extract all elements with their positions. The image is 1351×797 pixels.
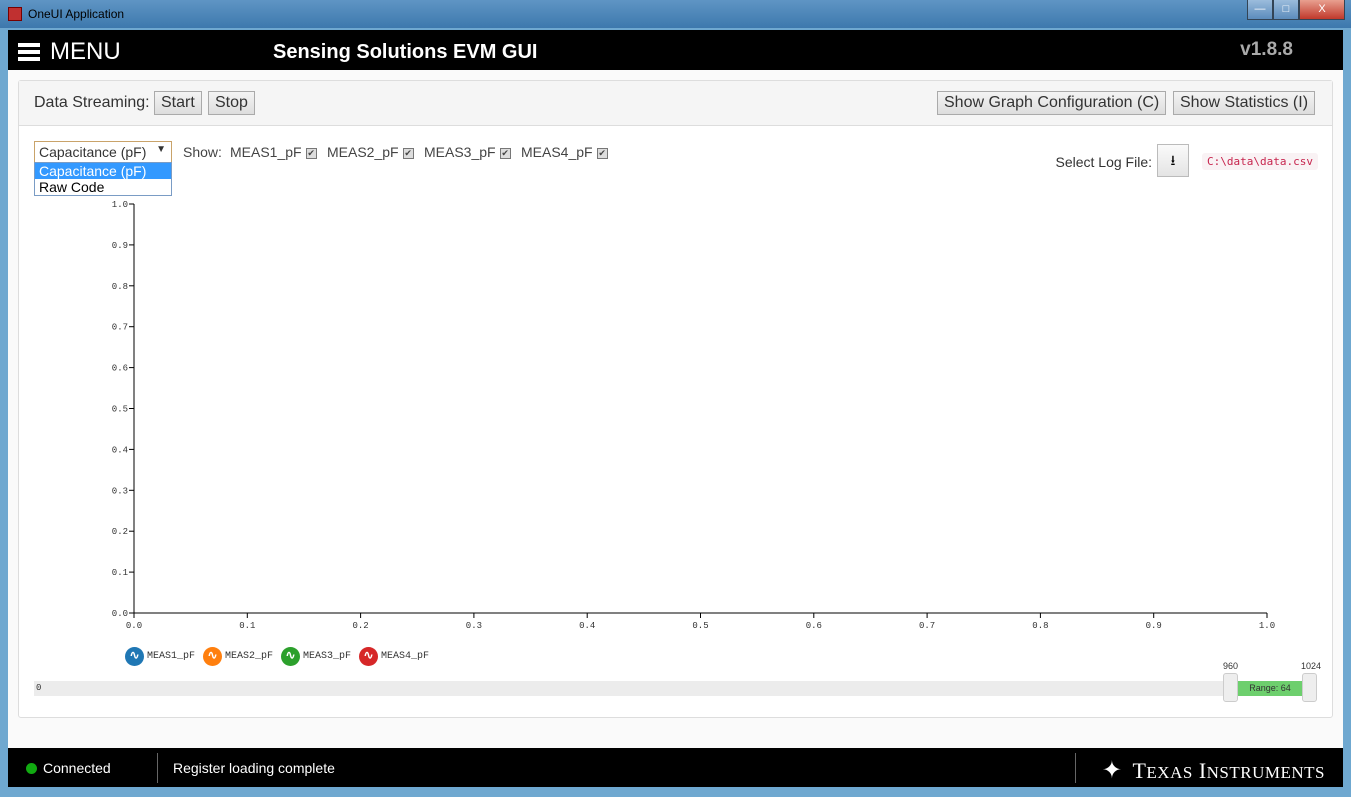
status-bar: Connected Register loading complete ✦ TEX… <box>8 748 1343 787</box>
x-tick-label: 0.3 <box>466 621 482 631</box>
connection-status: Connected <box>43 760 111 776</box>
x-tick-label: 1.0 <box>1259 621 1275 631</box>
chart: 0.0 0.1 0.2 0.3 0.4 0.5 0.6 0.7 0.8 0.9 1.0 0.0 0.1 0… <box>112 200 1275 631</box>
x-tick-label: 0.9 <box>1146 621 1162 631</box>
window-titlebar: OneUI Application — □ X <box>0 0 1351 28</box>
legend-label: MEAS4_pF <box>381 651 430 662</box>
app-title: Sensing Solutions EVM GUI <box>273 41 538 63</box>
wave-icon: ∿ <box>203 647 223 666</box>
divider <box>1075 753 1076 783</box>
legend-item-meas3[interactable]: ∿ MEAS3_pF <box>281 647 351 666</box>
x-tick-label: 0.5 <box>692 621 708 631</box>
y-tick-label: 0.8 <box>112 282 128 292</box>
menu-button[interactable]: MENU <box>18 38 121 66</box>
range-selection[interactable]: Range: 64 <box>1237 681 1303 696</box>
y-tick-label: 0.3 <box>112 486 128 496</box>
range-low-handle[interactable] <box>1223 673 1238 702</box>
x-tick-label: 0.2 <box>352 621 368 631</box>
minimize-button[interactable]: — <box>1247 0 1273 20</box>
window-title: OneUI Application <box>28 7 125 21</box>
menu-label: MENU <box>50 38 121 65</box>
range-low-label: 960 <box>1223 661 1239 671</box>
slider-min-label: 0 <box>36 683 42 693</box>
range-slider-track[interactable] <box>34 681 1317 696</box>
x-tick-label: 0.4 <box>579 621 595 631</box>
y-tick-label: 0.1 <box>112 568 128 578</box>
y-tick-label: 0.7 <box>112 323 128 333</box>
wave-icon: ∿ <box>125 647 144 666</box>
y-tick-label: 0.9 <box>112 241 128 251</box>
x-tick-label: 0.1 <box>239 621 255 631</box>
app-header: MENU Sensing Solutions EVM GUI v1.8.8 <box>8 30 1343 70</box>
legend-label: MEAS1_pF <box>147 651 196 662</box>
x-tick-label: 0.8 <box>1032 621 1048 631</box>
x-tick-label: 0.0 <box>126 621 142 631</box>
wave-icon: ∿ <box>359 647 379 666</box>
texas-state-icon: ✦ <box>1101 758 1123 784</box>
ti-logo: ✦ TEXAS INSTRUMENTS <box>1101 757 1325 785</box>
version-label: v1.8.8 <box>1240 39 1293 60</box>
y-tick-label: 1.0 <box>112 200 128 210</box>
app-icon <box>8 7 22 21</box>
legend-item-meas2[interactable]: ∿ MEAS2_pF <box>203 647 273 666</box>
hamburger-icon <box>18 43 40 61</box>
y-tick-label: 0.0 <box>112 609 128 619</box>
y-tick-label: 0.6 <box>112 364 128 374</box>
y-tick-label: 0.2 <box>112 527 128 537</box>
graph-panel: Data Streaming: Start Stop Show Graph Co… <box>18 80 1333 718</box>
status-message: Register loading complete <box>173 760 335 776</box>
y-tick-label: 0.4 <box>112 445 128 455</box>
range-high-label: 1024 <box>1301 661 1322 671</box>
chart-legend: ∿ MEAS1_pF ∿ MEAS2_pF ∿ MEAS3_pF ∿ MEAS4_pF <box>125 647 429 666</box>
divider <box>157 753 158 783</box>
y-tick-label: 0.5 <box>112 405 128 415</box>
connected-indicator-icon <box>26 763 37 774</box>
legend-item-meas4[interactable]: ∿ MEAS4_pF <box>359 647 429 666</box>
wave-icon: ∿ <box>281 647 301 666</box>
legend-item-meas1[interactable]: ∿ MEAS1_pF <box>125 647 195 666</box>
legend-label: MEAS2_pF <box>225 651 274 662</box>
close-button[interactable]: X <box>1299 0 1345 20</box>
legend-label: MEAS3_pF <box>303 651 352 662</box>
range-high-handle[interactable] <box>1302 673 1317 702</box>
maximize-button[interactable]: □ <box>1273 0 1299 20</box>
x-tick-label: 0.6 <box>806 621 822 631</box>
x-tick-label: 0.7 <box>919 621 935 631</box>
